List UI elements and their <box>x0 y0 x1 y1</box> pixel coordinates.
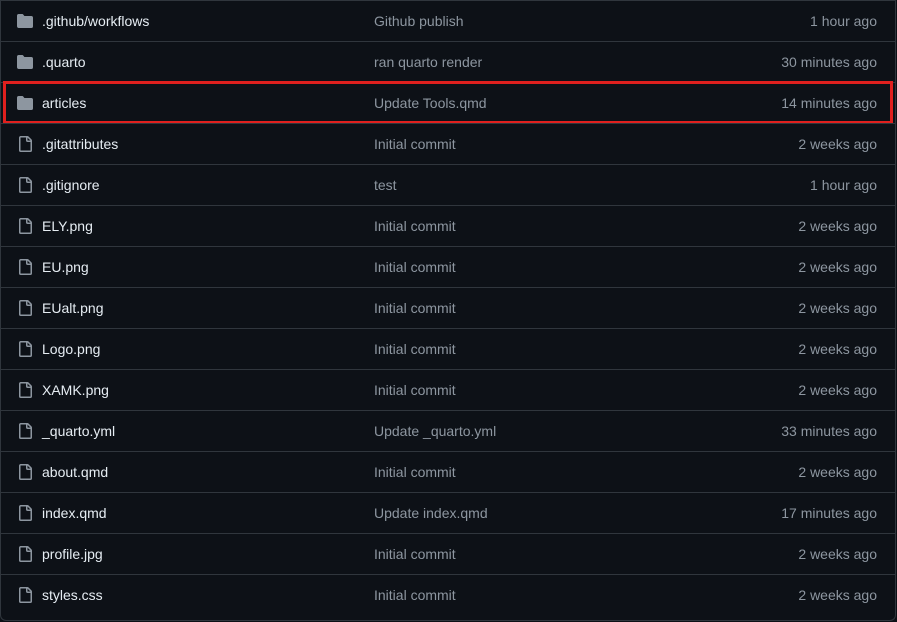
file-icon <box>17 587 33 603</box>
commit-age: 1 hour ago <box>810 13 877 29</box>
commit-message[interactable]: Initial commit <box>374 382 456 398</box>
file-row[interactable]: index.qmd Update index.qmd 17 minutes ag… <box>1 492 895 533</box>
file-name[interactable]: EU.png <box>42 259 89 275</box>
commit-age: 2 weeks ago <box>798 382 877 398</box>
commit-message[interactable]: Update _quarto.yml <box>374 423 496 439</box>
folder-icon <box>17 13 33 29</box>
file-name[interactable]: about.qmd <box>42 464 108 480</box>
commit-message[interactable]: Initial commit <box>374 300 456 316</box>
file-icon <box>17 177 33 193</box>
file-name[interactable]: articles <box>42 95 86 111</box>
commit-age: 2 weeks ago <box>798 587 877 603</box>
file-icon <box>17 505 33 521</box>
file-row[interactable]: Logo.png Initial commit 2 weeks ago <box>1 328 895 369</box>
file-icon <box>17 300 33 316</box>
commit-message[interactable]: Update Tools.qmd <box>374 95 487 111</box>
commit-age: 2 weeks ago <box>798 300 877 316</box>
commit-message[interactable]: test <box>374 177 397 193</box>
file-row[interactable]: .quarto ran quarto render 30 minutes ago <box>1 41 895 82</box>
commit-age: 14 minutes ago <box>781 95 877 111</box>
file-row[interactable]: EU.png Initial commit 2 weeks ago <box>1 246 895 287</box>
file-row[interactable]: ELY.png Initial commit 2 weeks ago <box>1 205 895 246</box>
file-name[interactable]: index.qmd <box>42 505 107 521</box>
file-row[interactable]: .gitignore test 1 hour ago <box>1 164 895 205</box>
file-row[interactable]: EUalt.png Initial commit 2 weeks ago <box>1 287 895 328</box>
commit-age: 30 minutes ago <box>781 54 877 70</box>
file-row[interactable]: styles.css Initial commit 2 weeks ago <box>1 574 895 615</box>
file-name[interactable]: .github/workflows <box>42 13 149 29</box>
file-name[interactable]: styles.css <box>42 587 103 603</box>
commit-age: 2 weeks ago <box>798 464 877 480</box>
file-row[interactable]: _quarto.yml Update _quarto.yml 33 minute… <box>1 410 895 451</box>
commit-message[interactable]: Initial commit <box>374 546 456 562</box>
commit-age: 17 minutes ago <box>781 505 877 521</box>
commit-message[interactable]: Initial commit <box>374 259 456 275</box>
file-row[interactable]: articles Update Tools.qmd 14 minutes ago <box>1 81 895 124</box>
file-name[interactable]: _quarto.yml <box>42 423 115 439</box>
file-name[interactable]: XAMK.png <box>42 382 109 398</box>
file-icon <box>17 218 33 234</box>
file-icon <box>17 136 33 152</box>
commit-age: 2 weeks ago <box>798 136 877 152</box>
commit-message[interactable]: Initial commit <box>374 587 456 603</box>
file-name[interactable]: EUalt.png <box>42 300 103 316</box>
commit-message[interactable]: Initial commit <box>374 218 456 234</box>
file-row[interactable]: about.qmd Initial commit 2 weeks ago <box>1 451 895 492</box>
folder-icon <box>17 95 33 111</box>
commit-message[interactable]: Initial commit <box>374 341 456 357</box>
commit-age: 2 weeks ago <box>798 341 877 357</box>
commit-message[interactable]: Github publish <box>374 13 464 29</box>
commit-age: 33 minutes ago <box>781 423 877 439</box>
commit-age: 2 weeks ago <box>798 259 877 275</box>
file-icon <box>17 464 33 480</box>
commit-message[interactable]: ran quarto render <box>374 54 482 70</box>
file-row[interactable]: .github/workflows Github publish 1 hour … <box>1 0 895 41</box>
file-list: .github/workflows Github publish 1 hour … <box>0 0 896 621</box>
file-name[interactable]: ELY.png <box>42 218 93 234</box>
commit-age: 2 weeks ago <box>798 218 877 234</box>
commit-message[interactable]: Initial commit <box>374 464 456 480</box>
commit-age: 2 weeks ago <box>798 546 877 562</box>
file-name[interactable]: profile.jpg <box>42 546 103 562</box>
file-icon <box>17 341 33 357</box>
file-name[interactable]: .gitignore <box>42 177 100 193</box>
commit-message[interactable]: Update index.qmd <box>374 505 488 521</box>
file-row[interactable]: XAMK.png Initial commit 2 weeks ago <box>1 369 895 410</box>
file-row[interactable]: profile.jpg Initial commit 2 weeks ago <box>1 533 895 574</box>
file-icon <box>17 423 33 439</box>
commit-age: 1 hour ago <box>810 177 877 193</box>
folder-icon <box>17 54 33 70</box>
file-row[interactable]: .gitattributes Initial commit 2 weeks ag… <box>1 123 895 164</box>
file-icon <box>17 546 33 562</box>
file-icon <box>17 382 33 398</box>
file-name[interactable]: .quarto <box>42 54 86 70</box>
file-icon <box>17 259 33 275</box>
file-name[interactable]: .gitattributes <box>42 136 118 152</box>
commit-message[interactable]: Initial commit <box>374 136 456 152</box>
file-name[interactable]: Logo.png <box>42 341 100 357</box>
